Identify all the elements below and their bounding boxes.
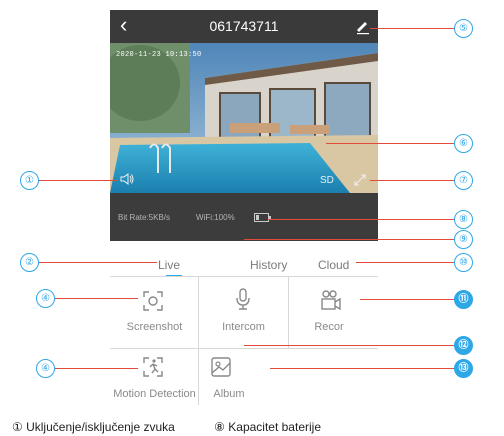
wifi-label: WiFi:100% [196, 213, 235, 222]
intercom-button[interactable]: Intercom [199, 277, 288, 348]
video-frame-image [110, 43, 378, 193]
motion-detection-button[interactable]: Motion Detection [111, 349, 198, 405]
callout-11: ⑪ [454, 290, 473, 309]
callout-13: ⑬ [454, 359, 473, 378]
fullscreen-icon[interactable] [354, 174, 366, 186]
album-button[interactable]: Album [199, 349, 288, 405]
video-timestamp: 2020-11-23 10:13:50 [116, 51, 202, 59]
camera-top-bar: ‹ 061743711 [110, 10, 378, 43]
live-video-preview[interactable]: 2020-11-23 10:13:50 SD [110, 43, 378, 193]
leader-line-2 [37, 262, 157, 263]
leader-line-7 [370, 180, 454, 181]
callout-1: ① [20, 171, 39, 190]
legend-item-8: ⑧ Kapacitet baterije [214, 420, 321, 434]
leader-line-5 [370, 28, 454, 29]
battery-icon [254, 213, 271, 222]
callout-8: ⑧ [454, 210, 473, 229]
leader-line-11 [360, 299, 454, 300]
callout-12: ⑫ [454, 336, 473, 355]
status-bar: Bit Rate:5KB/s WiFi:100% [110, 193, 378, 241]
screenshot-button[interactable]: Screenshot [111, 277, 198, 348]
legend-item-1: ① Uključenje/isključenje zvuka [12, 420, 175, 434]
tab-live[interactable]: Live [158, 258, 180, 272]
leader-line-12 [244, 345, 454, 346]
leader-line-4a [54, 298, 138, 299]
camera-title: 061743711 [209, 18, 279, 34]
motion-detection-label: Motion Detection [113, 388, 196, 400]
volume-icon[interactable] [120, 173, 134, 185]
callout-2: ② [20, 253, 39, 272]
leader-line-8 [268, 219, 454, 220]
screenshot-label: Screenshot [126, 321, 183, 333]
tab-cloud[interactable]: Cloud [318, 258, 349, 272]
video-camera-icon [321, 290, 341, 311]
leader-line-13 [270, 368, 454, 369]
edit-icon[interactable] [354, 17, 372, 35]
album-label: Album [213, 388, 245, 400]
leader-line-1 [37, 180, 117, 181]
callout-7: ⑦ [454, 171, 473, 190]
leader-line-10 [356, 262, 454, 263]
callout-4a: ④ [36, 289, 55, 308]
legend-row: ① Uključenje/isključenje zvuka ⑧ Kapacit… [12, 420, 321, 434]
callout-6: ⑥ [454, 134, 473, 153]
motion-detection-icon [143, 357, 163, 377]
record-button[interactable]: Recor [289, 277, 378, 348]
microphone-icon [236, 288, 250, 310]
intercom-label: Intercom [222, 321, 265, 333]
screenshot-icon [143, 291, 163, 311]
record-label: Recor [314, 321, 344, 333]
leader-line-9 [244, 239, 454, 240]
callout-5: ⑤ [454, 19, 473, 38]
callout-10: ⑩ [454, 253, 473, 272]
leader-line-4b [54, 368, 138, 369]
album-icon [211, 357, 231, 377]
callout-9: ⑨ [454, 230, 473, 249]
leader-line-6 [326, 143, 454, 144]
callout-4b: ④ [36, 359, 55, 378]
tab-history[interactable]: History [250, 258, 287, 272]
quality-toggle[interactable]: SD [320, 175, 334, 186]
bit-rate-label: Bit Rate:5KB/s [118, 213, 171, 222]
